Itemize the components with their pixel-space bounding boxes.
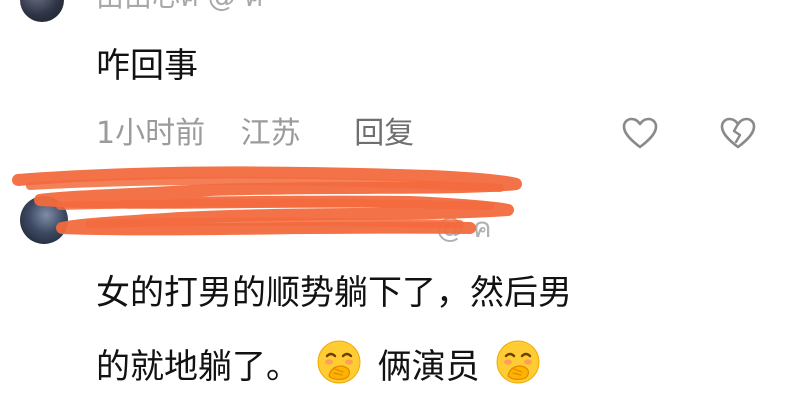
redaction-scribble <box>12 166 522 236</box>
comment-text-line-2: 的就地躺了。 俩演员 <box>96 338 546 391</box>
comment-meta: 1小时前 江苏 回复 <box>96 114 414 154</box>
username[interactable]: 由由心ค่ @ ค <box>96 0 263 14</box>
face-with-hand-over-mouth-emoji-icon <box>317 340 361 384</box>
comment-text-segment: 俩演员 <box>377 347 480 387</box>
comment-time: 1小时前 <box>96 116 206 151</box>
avatar[interactable] <box>20 0 64 22</box>
like-heart-icon[interactable] <box>620 114 660 154</box>
comment-text-segment: 的就地躺了。 <box>96 347 300 387</box>
comment-location: 江苏 <box>240 116 301 151</box>
comment-text-line-1: 女的打男的顺势躺下了，然后男 <box>96 273 572 313</box>
reply-button[interactable]: 回复 <box>354 114 414 154</box>
face-with-hand-over-mouth-emoji-icon <box>496 340 540 384</box>
dislike-broken-heart-icon[interactable] <box>718 114 758 154</box>
comment-text: 咋回事 <box>96 46 198 86</box>
